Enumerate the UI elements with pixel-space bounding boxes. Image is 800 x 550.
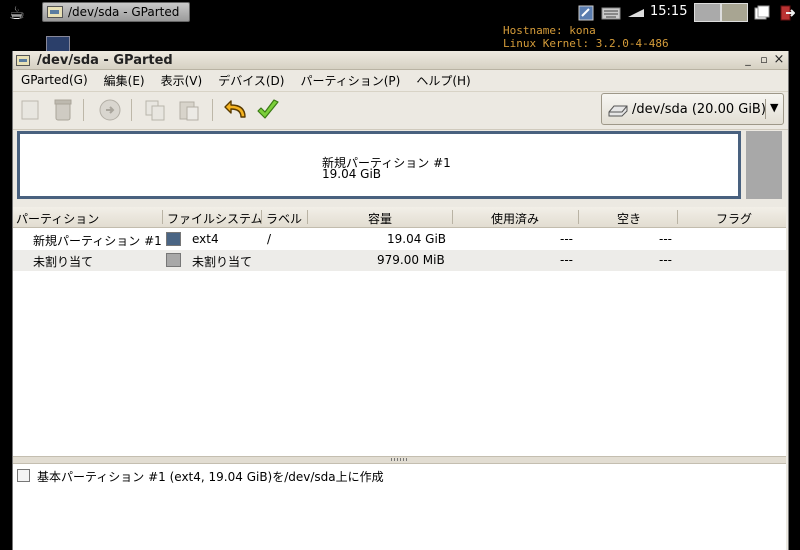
column-divider — [261, 210, 262, 224]
partition-table: パーティション ファイルシステム ラベル 容量 使用済み 空き フラグ 新規パー… — [13, 207, 786, 456]
column-header-size[interactable]: 容量 — [368, 210, 392, 227]
disk-map: 新規パーティション #1 19.04 GiB — [13, 129, 788, 205]
volume-icon[interactable] — [625, 3, 647, 23]
desktop-sysinfo: Hostname: kona Linux Kernel: 3.2.0-4-486 — [503, 24, 669, 50]
filesystem-color-swatch — [166, 253, 181, 267]
gparted-app-icon — [16, 54, 30, 66]
table-row[interactable]: 未割り当て 未割り当て 979.00 MiB --- --- — [13, 250, 786, 271]
column-divider — [578, 210, 579, 224]
cpu-monitor — [694, 3, 721, 22]
cell-free: --- — [659, 253, 672, 267]
taskbar-window-title: /dev/sda - GParted — [68, 5, 180, 19]
menu-view[interactable]: 表示(V) — [153, 72, 211, 89]
keyboard-icon[interactable] — [600, 3, 622, 23]
partition-block-size: 19.04 GiB — [322, 167, 382, 181]
splitter-grip[interactable] — [391, 458, 409, 461]
minimize-button[interactable]: _ — [741, 53, 755, 67]
toolbar-separator — [131, 99, 132, 121]
delete-icon[interactable] — [49, 96, 77, 124]
copy-icon[interactable] — [141, 96, 169, 124]
device-selector-label: /dev/sda (20.00 GiB) — [632, 102, 766, 117]
column-header-used[interactable]: 使用済み — [491, 210, 539, 227]
menubar: GParted(G) 編集(E) 表示(V) デバイス(D) パーティション(P… — [13, 70, 788, 90]
undo-icon[interactable] — [221, 96, 249, 124]
harddisk-icon — [608, 105, 628, 117]
taskbar-window-button[interactable]: /dev/sda - GParted — [42, 2, 190, 22]
unallocated-block[interactable] — [746, 131, 782, 199]
column-header-partition[interactable]: パーティション — [16, 210, 99, 227]
paste-icon[interactable] — [175, 96, 203, 124]
apply-icon[interactable] — [254, 96, 282, 124]
window-titlebar[interactable]: /dev/sda - GParted _ ▫ × — [13, 51, 788, 70]
gparted-window: /dev/sda - GParted _ ▫ × GParted(G) 編集(E… — [12, 51, 789, 550]
column-divider — [677, 210, 678, 224]
top-panel: ☕ /dev/sda - GParted 15:15 — [0, 0, 800, 26]
device-selector-divider — [765, 99, 766, 119]
device-selector[interactable]: /dev/sda (20.00 GiB) ▼ — [601, 93, 784, 125]
menu-edit[interactable]: 編集(E) — [96, 72, 153, 89]
partition-block[interactable]: 新規パーティション #1 19.04 GiB — [17, 131, 741, 199]
gparted-window-icon — [47, 6, 63, 18]
column-divider — [162, 210, 163, 224]
new-icon[interactable] — [16, 96, 44, 124]
cell-partition: 未割り当て — [33, 255, 94, 269]
cell-filesystem: ext4 — [192, 232, 219, 246]
column-divider — [452, 210, 453, 224]
operation-icon — [17, 469, 30, 482]
toolbar-separator — [83, 99, 84, 121]
sysinfo-kernel: Linux Kernel: 3.2.0-4-486 — [503, 37, 669, 50]
filesystem-color-swatch — [166, 232, 181, 246]
dropdown-arrow-icon[interactable]: ▼ — [770, 101, 778, 114]
maximize-button[interactable]: ▫ — [757, 53, 771, 67]
desktop-computer-icon[interactable] — [46, 36, 70, 52]
cell-filesystem: 未割り当て — [192, 255, 253, 269]
close-button[interactable]: × — [772, 53, 786, 67]
column-header-label[interactable]: ラベル — [266, 210, 302, 227]
column-header-filesystem[interactable]: ファイルシステム — [167, 210, 263, 227]
cell-partition: 新規パーティション #1 — [33, 234, 162, 248]
column-header-flags[interactable]: フラグ — [716, 210, 752, 227]
cell-free: --- — [659, 232, 672, 246]
windows-list-icon[interactable] — [752, 3, 772, 23]
cell-size: 979.00 MiB — [377, 253, 445, 267]
toolbar-separator — [212, 99, 213, 121]
menu-gparted[interactable]: GParted(G) — [13, 73, 96, 87]
cell-size: 19.04 GiB — [387, 232, 447, 246]
resize-icon[interactable] — [96, 96, 124, 124]
menu-partition[interactable]: パーティション(P) — [292, 72, 408, 89]
cell-used: --- — [560, 253, 573, 267]
pending-operations-panel: 基本パーティション #1 (ext4, 19.04 GiB)を/dev/sda上… — [13, 464, 786, 550]
column-divider — [307, 210, 308, 224]
memory-monitor — [721, 3, 748, 22]
pane-splitter[interactable] — [13, 456, 786, 464]
menu-device[interactable]: デバイス(D) — [210, 72, 292, 89]
pending-operation-item[interactable]: 基本パーティション #1 (ext4, 19.04 GiB)を/dev/sda上… — [37, 468, 384, 485]
table-row[interactable]: 新規パーティション #1 ext4 / 19.04 GiB --- --- — [13, 229, 786, 250]
search-icon[interactable] — [576, 3, 596, 23]
menu-help[interactable]: ヘルプ(H) — [408, 72, 478, 89]
clock: 15:15 — [650, 4, 688, 19]
column-header-free[interactable]: 空き — [617, 210, 641, 227]
cell-label: / — [267, 232, 272, 246]
window-title: /dev/sda - GParted — [37, 52, 173, 68]
logout-icon[interactable] — [777, 3, 797, 23]
app-menu-icon[interactable]: ☕ — [2, 2, 32, 24]
cell-used: --- — [560, 232, 573, 246]
table-header: パーティション ファイルシステム ラベル 容量 使用済み 空き フラグ — [13, 207, 786, 228]
sysinfo-hostname: Hostname: kona — [503, 24, 596, 37]
